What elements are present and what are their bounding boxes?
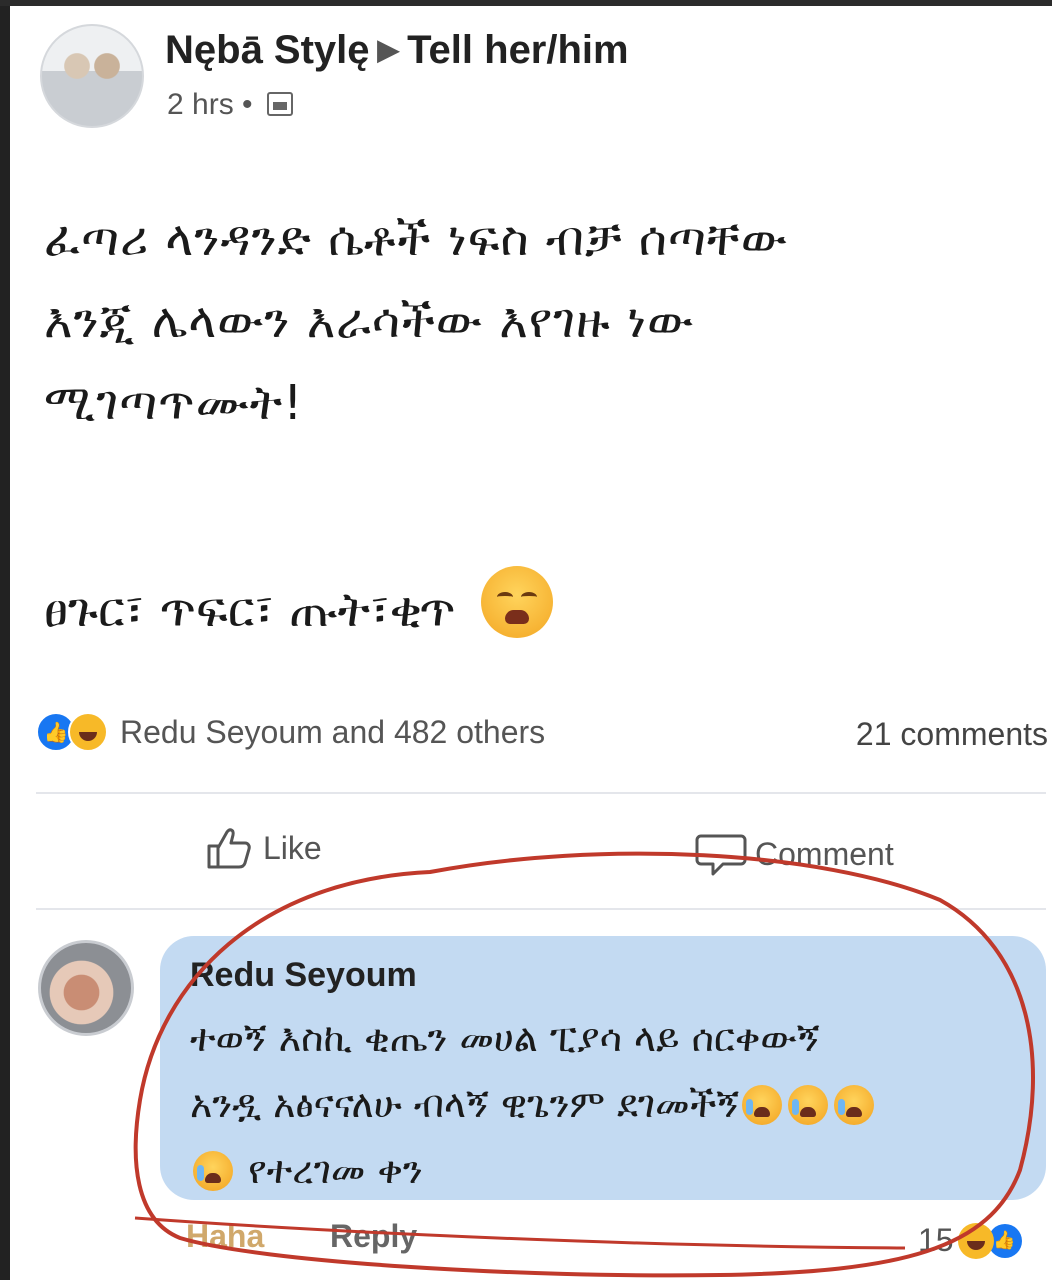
screen-edge-top bbox=[0, 0, 1052, 6]
post-extra-text: ፀጉር፣ ጥፍር፣ ጡት፣ቂጥ bbox=[44, 582, 456, 638]
reply-link[interactable]: Reply bbox=[330, 1218, 417, 1255]
comment-text-line: አንዷ አፅናናለሁ ብላኝ ዊጌንም ደገመችኝ bbox=[190, 1082, 740, 1126]
haha-reaction-icon bbox=[957, 1222, 994, 1259]
haha-badge-icon bbox=[68, 712, 108, 752]
haha-reaction-link[interactable]: Haha bbox=[186, 1218, 264, 1255]
time-text[interactable]: 2 hrs • bbox=[167, 88, 253, 121]
arrow-icon: ▶ bbox=[377, 34, 400, 65]
reaction-summary-text: Redu Seyoum and 482 others bbox=[120, 713, 546, 750]
crying-face-icon bbox=[742, 1085, 783, 1125]
post-header: Nębā Stylę ▶ Tell her/him bbox=[165, 28, 629, 73]
tired-face-emoji-icon bbox=[480, 566, 553, 638]
page-avatar[interactable] bbox=[40, 24, 144, 128]
commenter-name-link[interactable]: Redu Seyoum bbox=[190, 956, 417, 995]
post-text-line: ሚገጣጥሙት! bbox=[44, 375, 304, 431]
comment-text-line: የተረገመ ቀን bbox=[248, 1148, 423, 1192]
loudly-crying-face-icon bbox=[834, 1085, 875, 1125]
comment-label: Comment bbox=[755, 835, 894, 872]
comment-text-line-2: አንዷ አፅናናለሁ ብላኝ ዊጌንም ደገመችኝ bbox=[190, 1071, 1030, 1137]
comment-text-line: ተወኝ እስኪ ቂጤን መሀል ፒያሳ ላይ ሰርቀውኝ bbox=[190, 1016, 820, 1060]
reaction-summary[interactable]: 👍 Redu Seyoum and 482 others bbox=[36, 712, 545, 752]
loudly-crying-face-icon bbox=[193, 1151, 233, 1191]
post-text-extra: ፀጉር፣ ጥፍር፣ ጡት፣ቂጥ bbox=[44, 566, 553, 645]
comment-text-line-3: የተረገመ ቀን bbox=[190, 1137, 1030, 1203]
commenter-avatar[interactable] bbox=[38, 940, 134, 1036]
like-label: Like bbox=[263, 829, 322, 866]
group-name-link[interactable]: Tell her/him bbox=[407, 28, 629, 72]
divider bbox=[36, 908, 1046, 910]
page-name-link[interactable]: Nębā Stylę bbox=[165, 28, 370, 72]
comment-bubble-icon bbox=[695, 834, 747, 876]
like-button[interactable]: Like bbox=[205, 826, 322, 870]
screen-edge-left bbox=[0, 0, 10, 1280]
thumbs-up-icon bbox=[207, 828, 251, 869]
comment-body: ተወኝ እስኪ ቂጤን መሀል ፒያሳ ላይ ሰርቀውኝ አንዷ አፅናናለሁ … bbox=[190, 1005, 1030, 1203]
post-timestamp: 2 hrs • bbox=[167, 88, 293, 122]
privacy-group-icon bbox=[266, 92, 293, 116]
comment-button[interactable]: Comment bbox=[695, 830, 894, 878]
comment-reaction-number: 15 bbox=[918, 1222, 954, 1258]
divider bbox=[36, 792, 1046, 794]
post-body: ፈጣሪ ላንዳንድ ሴቶች ነፍስ ብቻ ሰጣቸው እንጂ ሌላውን እራሳችው… bbox=[44, 198, 1034, 444]
comments-count-link[interactable]: 21 comments bbox=[856, 716, 1048, 753]
post-text-line: እንጂ ሌላውን እራሳችው እየገዙ ነው bbox=[44, 293, 695, 349]
loudly-crying-face-icon bbox=[788, 1085, 829, 1125]
post-text-line: ፈጣሪ ላንዳንድ ሴቶች ነፍስ ብቻ ሰጣቸው bbox=[44, 211, 789, 267]
comment-reaction-count[interactable]: 15 👍 bbox=[918, 1222, 1022, 1259]
